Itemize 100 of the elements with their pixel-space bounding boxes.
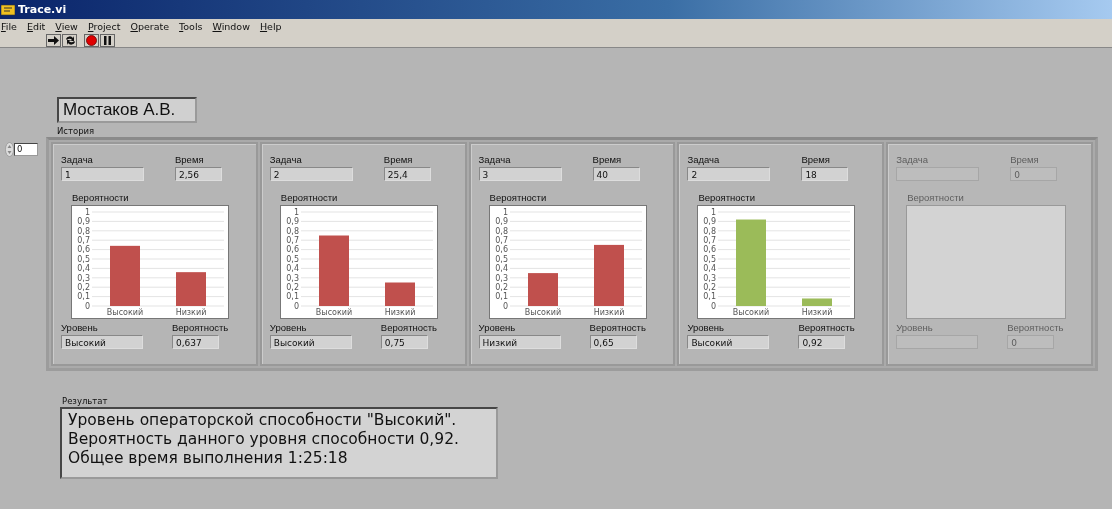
tick-label: 0,7 bbox=[77, 236, 90, 245]
tick-label: 0,4 bbox=[494, 264, 508, 274]
time-field[interactable]: 18 bbox=[801, 167, 849, 181]
probability-field[interactable]: 0,92 bbox=[798, 335, 846, 349]
tick-label: 0,9 bbox=[77, 217, 90, 227]
tick-label: 0,6 bbox=[703, 245, 717, 255]
tick-label: 0,5 bbox=[703, 254, 717, 264]
field-label: Время bbox=[592, 154, 623, 165]
tick-label: 0,4 bbox=[286, 264, 299, 274]
field-label: Задача bbox=[269, 154, 303, 165]
field-label: Время bbox=[1010, 154, 1040, 165]
chart-label: Вероятности bbox=[72, 192, 130, 203]
menu-item[interactable]: View bbox=[55, 20, 78, 32]
field-label: Задача bbox=[896, 154, 930, 165]
field-label: Вероятность bbox=[589, 322, 646, 333]
tick-label: 0,1 bbox=[286, 292, 299, 302]
time-field[interactable]: 40 bbox=[592, 167, 640, 181]
probability-field[interactable]: 0,65 bbox=[589, 335, 637, 349]
tick-label: 0,1 bbox=[494, 292, 508, 302]
chart-label: Вероятности bbox=[907, 192, 965, 203]
menu-item[interactable]: Window bbox=[212, 20, 250, 32]
level-field[interactable]: Низкий bbox=[478, 335, 561, 349]
category-label: Высокий bbox=[733, 308, 770, 317]
tick-label: 0,9 bbox=[703, 217, 717, 227]
bar bbox=[318, 235, 349, 306]
field-label: Уровень bbox=[61, 322, 99, 333]
tick-label: 0,2 bbox=[703, 283, 717, 292]
level-field[interactable]: Высокий bbox=[687, 335, 770, 349]
tick-label: 0,7 bbox=[286, 236, 299, 245]
tick-label: 1 bbox=[502, 207, 508, 217]
chart-label: Вероятности bbox=[489, 192, 548, 203]
category-label: Низкий bbox=[593, 308, 624, 317]
probability-field[interactable]: 0,75 bbox=[380, 335, 428, 349]
tick-label: 0,1 bbox=[77, 292, 90, 302]
run-arrow-icon bbox=[47, 33, 60, 47]
time-field[interactable]: 2,56 bbox=[175, 167, 222, 181]
menu-item[interactable]: Operate bbox=[130, 20, 170, 32]
tick-label: 0,2 bbox=[494, 283, 508, 292]
tick-label: 0,8 bbox=[703, 226, 717, 236]
menu-item[interactable]: Edit bbox=[26, 20, 46, 32]
tick-label: 0,8 bbox=[286, 226, 299, 236]
tick-label: 1 bbox=[293, 207, 299, 217]
tick-label: 0,4 bbox=[77, 264, 90, 274]
index-field[interactable]: 0 bbox=[14, 143, 38, 156]
time-field[interactable]: 25,4 bbox=[383, 167, 431, 181]
task-field[interactable]: 1 bbox=[61, 167, 144, 181]
category-label: Низкий bbox=[384, 308, 416, 317]
level-field[interactable]: Высокий bbox=[61, 335, 143, 349]
result-text-box[interactable]: Уровень операторской способности "Высокий". Вероятность данного уровня способности 0,92. Общее время выполнения 1:25:18 bbox=[60, 407, 498, 479]
tick-label: 0,5 bbox=[286, 254, 299, 264]
task-field[interactable]: 2 bbox=[687, 167, 771, 181]
spinner-icon bbox=[5, 142, 14, 157]
field-label: Время bbox=[383, 154, 414, 165]
abort-icon bbox=[85, 33, 98, 47]
category-label: Высокий bbox=[524, 308, 561, 317]
tick-label: 0 bbox=[293, 301, 299, 311]
menu-item[interactable]: Help bbox=[259, 20, 282, 32]
level-field[interactable]: Высокий bbox=[269, 335, 352, 349]
tick-label: 0,9 bbox=[494, 217, 508, 227]
field-label: Уровень bbox=[269, 322, 308, 333]
category-label: Высокий bbox=[106, 308, 144, 317]
field-label: Вероятность bbox=[1007, 322, 1064, 333]
bar bbox=[176, 272, 206, 306]
field-label: Вероятность bbox=[798, 322, 855, 333]
field-label: Уровень bbox=[478, 322, 517, 333]
menu-item[interactable]: File bbox=[1, 20, 17, 32]
run-arrow-button[interactable] bbox=[46, 33, 61, 47]
tick-label: 0,3 bbox=[703, 273, 717, 283]
bar bbox=[802, 298, 833, 306]
menu-item[interactable]: Tools bbox=[179, 20, 203, 32]
name-field[interactable]: Мостаков А.В. bbox=[57, 97, 197, 123]
pause-icon bbox=[101, 33, 114, 47]
abort-button[interactable] bbox=[84, 33, 99, 47]
result-line: Общее время выполнения 1:25:18 bbox=[68, 449, 349, 468]
bar bbox=[110, 245, 140, 306]
tick-label: 0 bbox=[502, 301, 508, 311]
run-continuously-button[interactable] bbox=[62, 33, 77, 47]
app-icon bbox=[1, 3, 15, 16]
task-field[interactable]: 2 bbox=[269, 167, 353, 181]
result-line: Уровень операторской способности "Высокий". bbox=[68, 411, 458, 430]
tick-label: 0,3 bbox=[494, 273, 508, 283]
result-line: Вероятность данного уровня способности 0,92. bbox=[68, 430, 460, 449]
tick-label: 0 bbox=[711, 301, 717, 311]
task-field[interactable]: 3 bbox=[478, 167, 562, 181]
pause-button[interactable] bbox=[100, 33, 115, 47]
tick-label: 0,8 bbox=[77, 226, 90, 236]
tick-label: 0,8 bbox=[494, 226, 508, 236]
run-continuously-icon bbox=[63, 33, 76, 47]
menu-item[interactable]: Project bbox=[87, 20, 121, 32]
tick-label: 0,3 bbox=[286, 273, 299, 283]
bar bbox=[384, 282, 415, 306]
tick-label: 0,5 bbox=[77, 254, 90, 264]
probability-field[interactable]: 0,637 bbox=[172, 335, 219, 349]
tick-label: 0,6 bbox=[494, 245, 508, 255]
tick-label: 0,7 bbox=[703, 236, 717, 245]
tick-label: 0,3 bbox=[77, 273, 90, 283]
category-label: Высокий bbox=[315, 308, 352, 317]
chart-label: Вероятности bbox=[698, 192, 756, 203]
tick-label: 0,5 bbox=[494, 254, 508, 264]
field-label: Задача bbox=[478, 154, 512, 165]
